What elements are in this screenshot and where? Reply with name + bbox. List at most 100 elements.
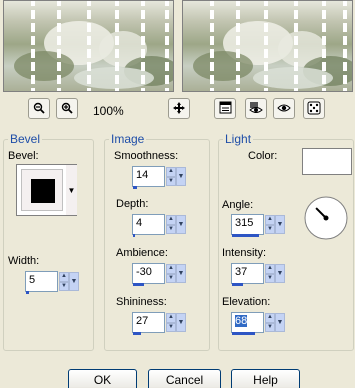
depth-slider-fill[interactable] — [133, 234, 135, 237]
eye-with-image-icon — [249, 101, 263, 116]
bevel-shape-dropdown[interactable]: ▼ — [16, 164, 77, 216]
bevel-shape-preview — [31, 179, 55, 203]
width-value: 5 — [29, 274, 36, 286]
up-arrow-icon[interactable]: ▲ — [265, 313, 275, 323]
down-arrow-icon[interactable]: ▼ — [59, 281, 69, 291]
up-arrow-icon[interactable]: ▲ — [59, 272, 69, 282]
chevron-down-icon[interactable]: ▼ — [275, 264, 285, 283]
ambience-label: Ambience: — [116, 247, 168, 259]
angle-slider-fill[interactable] — [232, 234, 259, 237]
intensity-spinner[interactable]: 37 ▲ ▼ ▼ — [231, 263, 285, 286]
angle-value: 315 — [235, 217, 254, 229]
chevron-down-icon[interactable]: ▼ — [176, 313, 186, 332]
chevron-down-icon[interactable]: ▼ — [69, 272, 79, 291]
width-slider-fill[interactable] — [26, 291, 29, 294]
preview-stripe — [115, 1, 119, 91]
shininess-label: Shininess: — [116, 296, 167, 308]
up-arrow-icon[interactable]: ▲ — [265, 215, 275, 225]
shininess-input[interactable]: 27 — [132, 312, 165, 333]
bevel-label: Bevel: — [8, 150, 39, 162]
cancel-button[interactable]: Cancel — [148, 369, 221, 388]
pan-icon — [173, 101, 185, 116]
help-button[interactable]: Help — [231, 369, 300, 388]
preview-stripe — [210, 1, 214, 91]
hide-original-button[interactable] — [245, 98, 267, 119]
elevation-input[interactable]: 68 — [231, 312, 264, 333]
down-arrow-icon[interactable]: ▼ — [166, 176, 176, 186]
down-arrow-icon[interactable]: ▼ — [265, 273, 275, 283]
ambience-spinner[interactable]: -30 ▲ ▼ ▼ — [132, 263, 186, 286]
angle-spinner[interactable]: 315 ▲ ▼ ▼ — [231, 214, 285, 237]
elevation-label: Elevation: — [222, 296, 271, 308]
up-arrow-icon[interactable]: ▲ — [166, 167, 176, 177]
preview-stripe — [31, 1, 35, 91]
preview-image-region — [14, 51, 74, 81]
randomize-button[interactable] — [303, 98, 325, 119]
smoothness-label: Smoothness: — [114, 150, 179, 162]
angle-dial[interactable] — [303, 195, 349, 241]
dice-icon — [307, 101, 321, 117]
preview-stripe — [322, 1, 326, 91]
zoom-in-icon — [61, 102, 73, 116]
elevation-spinner[interactable]: 68 ▲ ▼ ▼ — [231, 312, 285, 335]
smoothness-value: 14 — [136, 169, 149, 181]
chevron-down-icon[interactable]: ▼ — [176, 264, 186, 283]
ambience-value: -30 — [136, 266, 152, 278]
width-input[interactable]: 5 — [25, 271, 58, 292]
zoom-in-button[interactable] — [56, 98, 78, 119]
color-label: Color: — [248, 150, 278, 162]
shininess-slider-fill[interactable] — [133, 332, 141, 335]
elevation-value: 68 — [235, 315, 248, 327]
original-preview[interactable] — [3, 0, 174, 92]
pan-button[interactable] — [168, 98, 190, 119]
down-arrow-icon[interactable]: ▼ — [166, 322, 176, 332]
preview-stripe — [264, 1, 268, 91]
light-legend: Light — [223, 132, 254, 146]
image-legend: Image — [109, 132, 147, 146]
preview-stripe — [165, 1, 169, 91]
down-arrow-icon[interactable]: ▼ — [265, 224, 275, 234]
depth-label: Depth: — [116, 198, 149, 210]
preview-stripe — [294, 1, 298, 91]
down-arrow-icon[interactable]: ▼ — [166, 273, 176, 283]
preview-image-region — [193, 51, 253, 81]
chevron-down-icon[interactable]: ▼ — [176, 215, 186, 234]
up-arrow-icon[interactable]: ▲ — [166, 264, 176, 274]
angle-label: Angle: — [222, 199, 254, 211]
zoom-out-button[interactable] — [28, 98, 50, 119]
show-preview-button[interactable] — [273, 98, 295, 119]
down-arrow-icon[interactable]: ▼ — [166, 224, 176, 234]
smoothness-spinner[interactable]: 14 ▲ ▼ ▼ — [132, 166, 186, 189]
intensity-input[interactable]: 37 — [231, 263, 264, 284]
preview-stripe — [87, 1, 91, 91]
chevron-down-icon[interactable]: ▼ — [275, 215, 285, 234]
preview-stripe — [57, 1, 61, 91]
light-color-swatch[interactable] — [302, 148, 352, 175]
preview-stripe — [141, 1, 145, 91]
up-arrow-icon[interactable]: ▲ — [265, 264, 275, 274]
ok-button[interactable]: OK — [68, 369, 137, 388]
ambience-input[interactable]: -30 — [132, 263, 165, 284]
width-spinner[interactable]: 5 ▲ ▼ ▼ — [25, 271, 79, 294]
smoothness-input[interactable]: 14 — [132, 166, 165, 187]
preview-window-icon — [219, 101, 232, 116]
down-arrow-icon[interactable]: ▼ — [265, 322, 275, 332]
intensity-slider-fill[interactable] — [232, 283, 243, 286]
depth-spinner[interactable]: 4 ▲ ▼ ▼ — [132, 214, 186, 237]
shininess-spinner[interactable]: 27 ▲ ▼ ▼ — [132, 312, 186, 335]
up-arrow-icon[interactable]: ▲ — [166, 313, 176, 323]
proof-preview-button[interactable] — [214, 98, 236, 119]
up-arrow-icon[interactable]: ▲ — [166, 215, 176, 225]
angle-input[interactable]: 315 — [231, 214, 264, 235]
width-label: Width: — [8, 255, 40, 267]
smoothness-slider-fill[interactable] — [133, 186, 137, 189]
depth-input[interactable]: 4 — [132, 214, 165, 235]
eye-icon — [277, 103, 291, 115]
bevel-legend: Bevel — [8, 132, 43, 146]
result-preview[interactable] — [182, 0, 353, 92]
chevron-down-icon[interactable]: ▼ — [176, 167, 186, 186]
chevron-down-icon[interactable]: ▼ — [66, 165, 77, 215]
elevation-slider-fill[interactable] — [232, 332, 255, 335]
ambience-slider-fill[interactable] — [133, 283, 144, 286]
chevron-down-icon[interactable]: ▼ — [275, 313, 285, 332]
